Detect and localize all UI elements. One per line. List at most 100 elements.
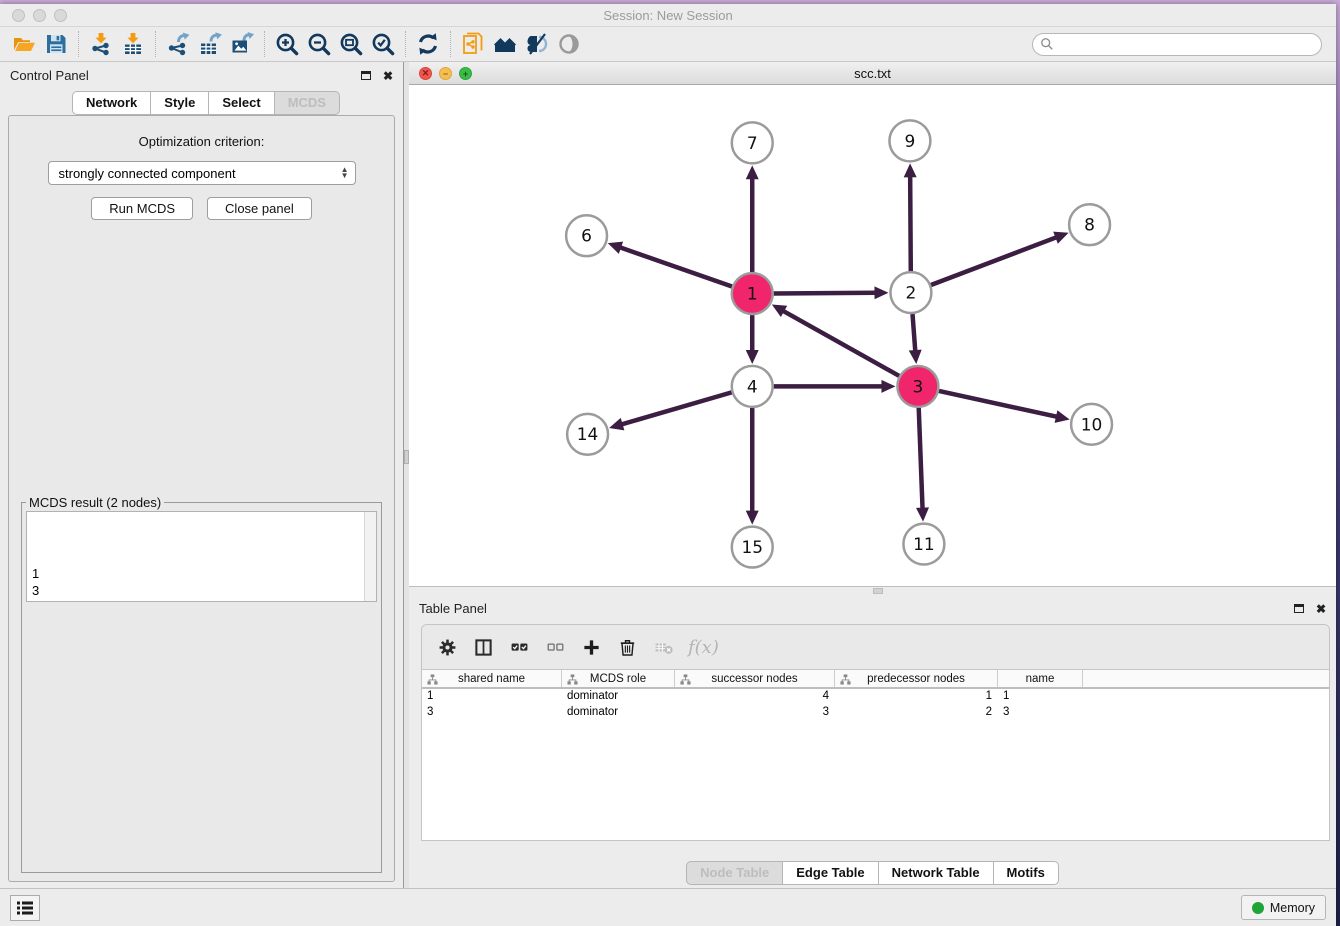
splitter-handle-icon[interactable] <box>873 588 883 594</box>
control-tab-select[interactable]: Select <box>209 91 274 115</box>
table-cell[interactable]: 1 <box>998 689 1083 705</box>
node-table-body: f(x) shared name MCDS role successor nodes… <box>421 624 1330 841</box>
float-table-panel-icon[interactable] <box>1294 602 1304 616</box>
clone-network-button[interactable] <box>457 29 489 59</box>
zoom-in-button[interactable] <box>271 29 303 59</box>
node-label-4: 4 <box>747 376 758 396</box>
edge-arrowhead <box>746 511 759 525</box>
table-cell[interactable]: 1 <box>422 689 562 705</box>
edge-3-1[interactable] <box>782 310 899 375</box>
table-header-row: shared name MCDS role successor nodes prede… <box>422 669 1329 689</box>
table-cell[interactable]: 4 <box>675 689 835 705</box>
network-minimize-button[interactable]: − <box>439 67 452 80</box>
function-builder-icon: f(x) <box>688 637 719 658</box>
hide-selected-button[interactable] <box>521 29 553 59</box>
table-row[interactable]: 3dominator323 <box>422 705 1329 721</box>
delete-column-icon <box>652 636 674 658</box>
first-neighbors-button[interactable] <box>489 29 521 59</box>
table-row[interactable]: 1dominator411 <box>422 689 1329 705</box>
float-panel-icon[interactable] <box>361 69 371 83</box>
zoom-out-button[interactable] <box>303 29 335 59</box>
column-header-MCDS-role[interactable]: MCDS role <box>562 670 675 687</box>
edge-2-3[interactable] <box>913 314 916 352</box>
optimization-criterion-label: Optimization criterion: <box>19 134 384 149</box>
save-session-button[interactable] <box>40 29 72 59</box>
table-cell[interactable]: dominator <box>562 689 675 705</box>
mcds-result-group: MCDS result (2 nodes) 13 <box>21 495 382 873</box>
zoom-fit-button[interactable] <box>335 29 367 59</box>
task-history-button[interactable] <box>10 895 40 921</box>
edge-2-8[interactable] <box>931 237 1057 285</box>
node-label-11: 11 <box>913 534 935 554</box>
control-tab-network[interactable]: Network <box>72 91 151 115</box>
edge-arrowhead <box>874 286 888 299</box>
column-header-label: MCDS role <box>590 673 646 685</box>
edge-4-14[interactable] <box>621 392 732 424</box>
network-maximize-button[interactable]: + <box>459 67 472 80</box>
horizontal-splitter[interactable] <box>409 587 1336 595</box>
zoom-selected-button[interactable] <box>367 29 399 59</box>
divider-handle-icon[interactable] <box>404 450 409 464</box>
network-window-title: scc.txt <box>409 66 1336 81</box>
table-tab-motifs[interactable]: Motifs <box>994 861 1059 885</box>
table-cell[interactable]: 2 <box>835 705 998 721</box>
show-all-button[interactable] <box>553 29 585 59</box>
select-stepper-icon: ▲▼ <box>341 167 349 179</box>
import-network-button[interactable] <box>85 29 117 59</box>
column-header-successor-nodes[interactable]: successor nodes <box>675 670 835 687</box>
minimize-window-button[interactable] <box>33 9 46 22</box>
column-view-icon[interactable] <box>472 636 494 658</box>
unselect-all-icon[interactable] <box>544 636 566 658</box>
delete-row-trash-icon[interactable] <box>616 636 638 658</box>
result-scrollbar[interactable] <box>364 512 376 601</box>
edge-1-6[interactable] <box>619 247 732 286</box>
status-bar: Memory <box>0 888 1336 926</box>
close-table-panel-icon[interactable]: ✖ <box>1316 602 1326 616</box>
column-header-label: successor nodes <box>711 673 797 685</box>
table-tab-edge-table[interactable]: Edge Table <box>783 861 878 885</box>
table-tab-node-table[interactable]: Node Table <box>686 861 783 885</box>
table-cell[interactable]: 3 <box>998 705 1083 721</box>
close-panel-button[interactable]: Close panel <box>207 197 312 220</box>
table-cell[interactable]: 3 <box>675 705 835 721</box>
table-tab-network-table[interactable]: Network Table <box>879 861 994 885</box>
table-toolbar: f(x) <box>422 625 1329 669</box>
column-header-name[interactable]: name <box>998 670 1083 687</box>
panel-divider[interactable] <box>403 62 409 888</box>
search-input[interactable] <box>1032 33 1322 56</box>
criterion-select[interactable]: strongly connected component ▲▼ <box>48 161 356 185</box>
control-tab-mcds[interactable]: MCDS <box>275 91 340 115</box>
edge-3-11[interactable] <box>919 408 923 510</box>
edge-2-9[interactable] <box>910 175 911 271</box>
mcds-result-textarea[interactable]: 13 <box>26 511 377 602</box>
memory-button[interactable]: Memory <box>1241 895 1326 920</box>
network-close-button[interactable]: ✕ <box>419 67 432 80</box>
close-window-button[interactable] <box>12 9 25 22</box>
zoom-window-button[interactable] <box>54 9 67 22</box>
table-cell[interactable]: dominator <box>562 705 675 721</box>
table-cell[interactable]: 1 <box>835 689 998 705</box>
open-session-button[interactable] <box>8 29 40 59</box>
mcds-result-title: MCDS result (2 nodes) <box>26 495 164 510</box>
edge-3-10[interactable] <box>939 391 1058 417</box>
close-panel-icon[interactable]: ✖ <box>383 69 393 83</box>
import-table-button[interactable] <box>117 29 149 59</box>
add-row-icon[interactable] <box>580 636 602 658</box>
export-table-button[interactable] <box>194 29 226 59</box>
edge-arrowhead <box>904 163 917 177</box>
refresh-layout-button[interactable] <box>412 29 444 59</box>
export-network-button[interactable] <box>162 29 194 59</box>
run-mcds-button[interactable]: Run MCDS <box>91 197 193 220</box>
settings-gear-icon[interactable] <box>436 636 458 658</box>
edge-1-2[interactable] <box>774 293 877 294</box>
node-label-6: 6 <box>581 226 592 246</box>
network-canvas[interactable]: 7968124314101511 <box>409 85 1336 586</box>
control-tab-style[interactable]: Style <box>151 91 209 115</box>
control-panel-tabs: NetworkStyleSelectMCDS <box>72 91 403 115</box>
column-header-shared-name[interactable]: shared name <box>422 670 562 687</box>
column-header-predecessor-nodes[interactable]: predecessor nodes <box>835 670 998 687</box>
export-image-button[interactable] <box>226 29 258 59</box>
memory-status-icon <box>1252 902 1264 914</box>
table-cell[interactable]: 3 <box>422 705 562 721</box>
select-all-icon[interactable] <box>508 636 530 658</box>
